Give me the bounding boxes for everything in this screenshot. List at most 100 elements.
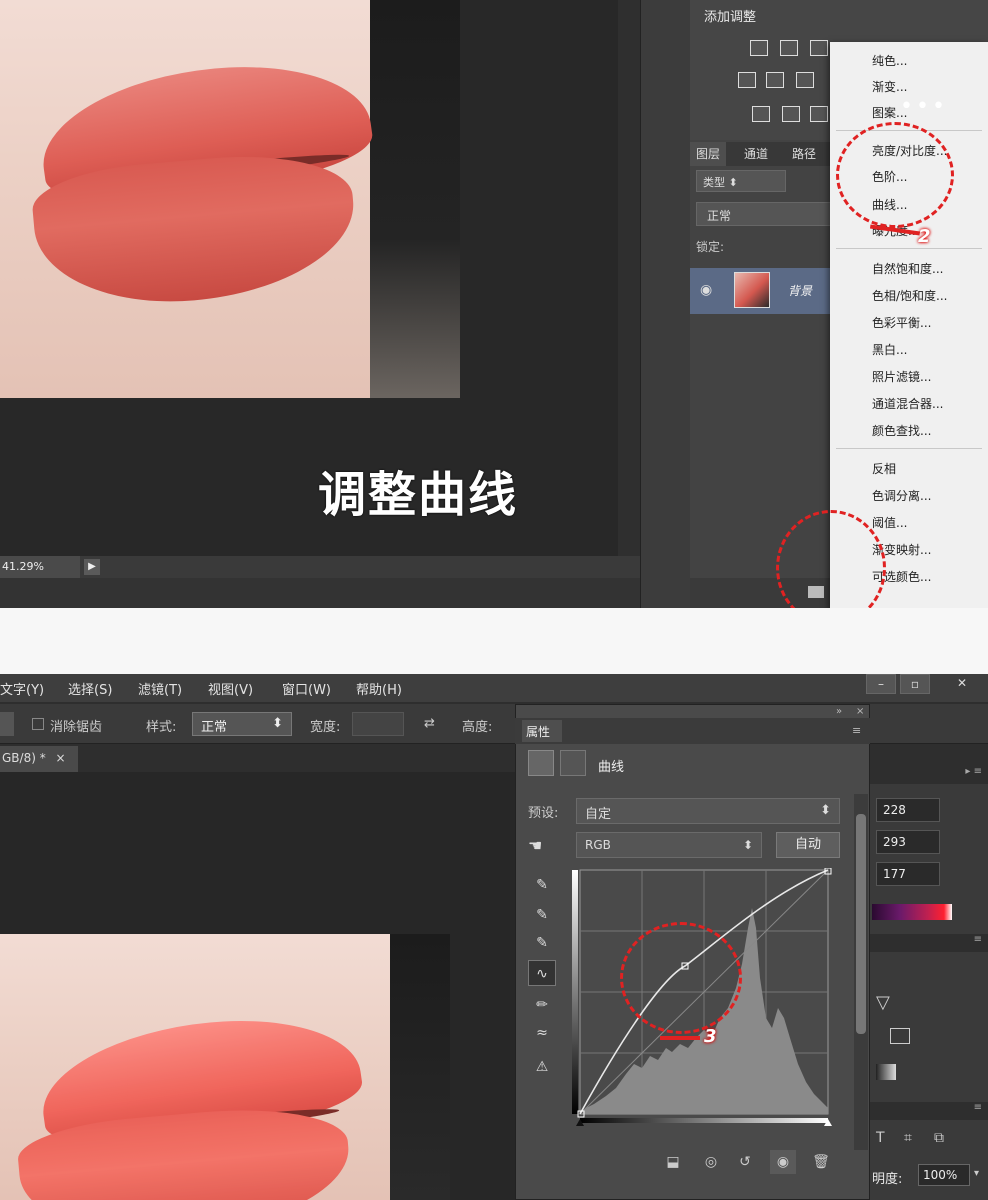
menu-item-pattern[interactable]: 图案... <box>872 104 907 121</box>
gradient-icon[interactable] <box>876 1064 896 1080</box>
preset-label: 预设: <box>528 806 559 821</box>
tab-properties[interactable]: 属性 <box>522 720 562 742</box>
invert-icon[interactable] <box>752 106 770 122</box>
output-gradient-bar <box>572 870 578 1114</box>
panel-header-color: ▸ ≡ <box>870 766 988 784</box>
tool-preset-icon[interactable] <box>0 712 14 736</box>
white-point-eyedropper-icon[interactable]: ✎ <box>528 930 556 956</box>
vibrance-icon[interactable] <box>738 72 756 88</box>
annotation-marker-2: 2 <box>918 226 931 247</box>
vertical-scrollbar[interactable] <box>618 0 640 556</box>
menu-item-posterize[interactable]: 色调分离... <box>872 487 931 504</box>
scrollbar-thumb[interactable] <box>856 814 866 1034</box>
menu-item-vibrance[interactable]: 自然饱和度... <box>872 260 943 277</box>
black-white-icon[interactable] <box>796 72 814 88</box>
smooth-icon[interactable]: ≈ <box>528 1020 556 1046</box>
curves-icon[interactable] <box>810 40 828 56</box>
smart-object-icon[interactable]: ⧉ <box>934 1130 944 1146</box>
auto-button[interactable]: 自动 <box>776 832 840 858</box>
caption-text: 调整曲线 <box>318 467 519 523</box>
panel-menu-icon[interactable]: ≡ <box>852 724 861 737</box>
color-value-1[interactable]: 228 <box>876 798 940 822</box>
blend-mode-select[interactable]: 正常 <box>696 202 832 226</box>
curves-adjustment-icon[interactable] <box>528 750 554 776</box>
color-ramp[interactable] <box>872 904 952 920</box>
properties-scrollbar[interactable] <box>854 794 868 1150</box>
layer-name: 背景 <box>788 284 813 298</box>
close-icon[interactable]: ✕ <box>940 674 984 694</box>
menu-item-hue-saturation[interactable]: 色相/饱和度... <box>872 287 948 304</box>
menu-item-black-white[interactable]: 黑白... <box>872 341 907 358</box>
menu-select[interactable]: 选择(S) <box>68 679 112 698</box>
visibility-eye-icon[interactable]: ◉ <box>770 1150 796 1174</box>
menu-item-solid-color[interactable]: 纯色... <box>872 52 907 69</box>
color-value-2[interactable]: 293 <box>876 830 940 854</box>
layer-kind-select[interactable]: 类型 ⬍ <box>696 170 786 192</box>
eye-icon[interactable]: ◉ <box>700 282 712 298</box>
play-icon[interactable]: ▶ <box>84 559 100 575</box>
close-panel-icon[interactable]: × <box>856 706 864 717</box>
clip-to-layer-icon[interactable]: ⬓ <box>660 1150 686 1174</box>
curve-point-tool-icon[interactable]: ∿ <box>528 960 556 986</box>
levels-icon[interactable] <box>780 40 798 56</box>
grid-icon[interactable] <box>890 1028 910 1044</box>
clipping-warning-icon[interactable]: ⚠ <box>528 1054 556 1080</box>
menu-view[interactable]: 视图(V) <box>208 679 253 698</box>
lips-photo <box>0 0 460 398</box>
hand-target-icon[interactable]: ☚ <box>528 836 542 855</box>
tab-channels[interactable]: 通道 <box>738 142 774 166</box>
chevron-down-icon: ⬍ <box>728 176 738 189</box>
width-input[interactable] <box>352 712 404 736</box>
color-value-3[interactable]: 177 <box>876 862 940 886</box>
posterize-icon[interactable] <box>782 106 800 122</box>
tab-layers[interactable]: 图层 <box>690 142 727 166</box>
input-gradient-bar <box>580 1118 828 1123</box>
chevron-down-icon[interactable]: ▾ <box>974 1168 979 1179</box>
panel-header-layers: ≡ <box>870 1102 988 1120</box>
menu-item-photo-filter[interactable]: 照片滤镜... <box>872 368 931 385</box>
preset-select[interactable]: 自定 ⬍ <box>576 798 840 824</box>
menu-item-invert[interactable]: 反相 <box>872 460 896 477</box>
channel-select[interactable]: RGB ⬍ <box>576 832 762 858</box>
swap-icon[interactable]: ⇄ <box>424 716 435 731</box>
top-screenshot: 调整曲线 41.29% ▶ 添加调整 图层 通道 路径 类型 ⬍ 正常 锁定: … <box>0 0 988 608</box>
horizontal-scrollbar[interactable] <box>0 578 640 608</box>
triangle-icon[interactable]: ▽ <box>876 992 890 1013</box>
menu-item-color-lookup[interactable]: 颜色查找... <box>872 422 931 439</box>
close-tab-icon[interactable]: × <box>56 751 66 765</box>
gradient-map-icon[interactable] <box>810 106 828 122</box>
type-tool-icon[interactable]: T <box>876 1130 885 1146</box>
menu-item-channel-mixer[interactable]: 通道混合器... <box>872 395 943 412</box>
view-previous-icon[interactable]: ◎ <box>698 1150 724 1174</box>
brightness-icon[interactable] <box>750 40 768 56</box>
black-point-eyedropper-icon[interactable]: ✎ <box>528 872 556 898</box>
menu-filter[interactable]: 滤镜(T) <box>138 679 182 698</box>
menu-item-threshold[interactable]: 阈值... <box>872 514 907 531</box>
layer-mask-icon[interactable] <box>560 750 586 776</box>
photo-dark-background <box>370 0 460 398</box>
collapse-panel-icon[interactable]: » <box>836 706 842 717</box>
balance-icon[interactable] <box>766 72 784 88</box>
annotation-circle-2 <box>836 122 954 228</box>
menu-item-color-balance[interactable]: 色彩平衡... <box>872 314 931 331</box>
minimize-icon[interactable]: – <box>866 674 896 694</box>
menu-help[interactable]: 帮助(H) <box>356 679 402 698</box>
menu-item-gradient[interactable]: 渐变... <box>872 78 907 95</box>
style-select[interactable]: 正常 ⬍ <box>192 712 292 736</box>
zoom-level[interactable]: 41.29% <box>0 556 80 578</box>
chevron-updown-icon: ⬍ <box>742 838 753 852</box>
pencil-icon[interactable]: ✏ <box>528 992 556 1018</box>
gray-point-eyedropper-icon[interactable]: ✎ <box>528 902 556 928</box>
menu-type[interactable]: 文字(Y) <box>0 679 44 698</box>
width-label: 宽度: <box>310 720 341 735</box>
document-tab[interactable]: GB/8) * × <box>0 746 78 772</box>
menu-window[interactable]: 窗口(W) <box>282 679 331 698</box>
tab-paths[interactable]: 路径 <box>786 142 822 166</box>
opacity-input[interactable]: 100% <box>918 1164 970 1186</box>
restore-icon[interactable]: ▫ <box>900 674 930 694</box>
chevron-updown-icon: ⬍ <box>820 803 831 818</box>
delete-icon[interactable]: 🗑 <box>808 1150 834 1174</box>
crop-icon[interactable]: ⌗ <box>904 1130 912 1146</box>
reset-icon[interactable]: ↺ <box>732 1150 758 1174</box>
antialias-checkbox[interactable] <box>32 718 44 730</box>
